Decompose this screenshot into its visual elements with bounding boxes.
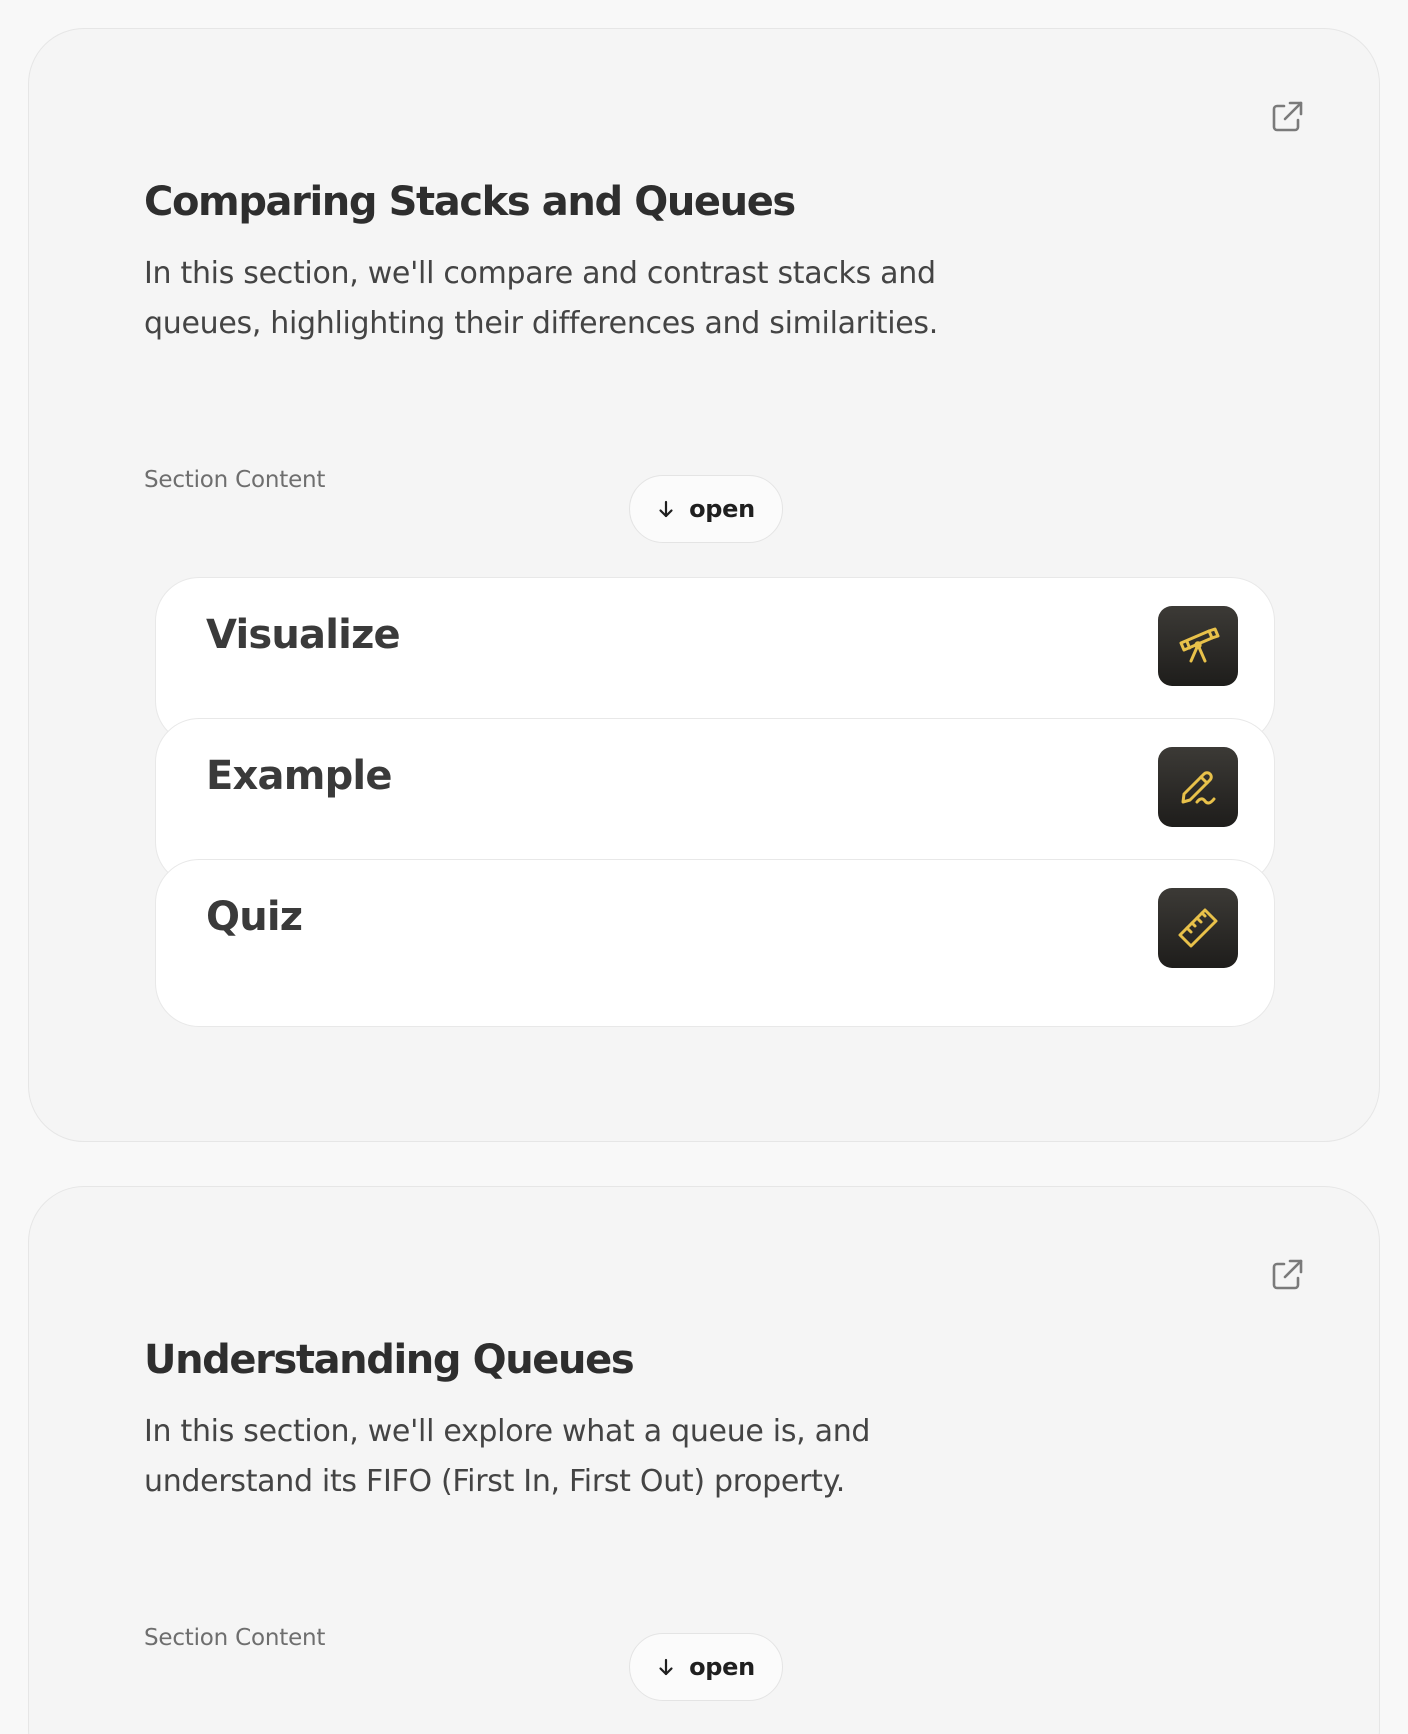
- section-description: In this section, we'll explore what a qu…: [144, 1414, 871, 1499]
- arrow-down-icon: [659, 1658, 673, 1676]
- open-button-label: open: [689, 495, 755, 523]
- open-button[interactable]: open: [629, 1633, 783, 1701]
- section-content-label: Section Content: [144, 467, 326, 493]
- section-card: Comparing Stacks and Queues In this sect…: [28, 28, 1380, 1142]
- open-button[interactable]: open: [629, 475, 783, 543]
- section-title: Understanding Queues: [144, 1337, 635, 1383]
- telescope-icon: [1158, 606, 1238, 686]
- section-content-list: Visualize Example Quiz: [155, 577, 1275, 1057]
- content-item-label: Example: [206, 753, 392, 799]
- content-item-quiz[interactable]: Quiz: [155, 859, 1275, 1027]
- section-title: Comparing Stacks and Queues: [144, 179, 796, 225]
- section-content-label: Section Content: [144, 1625, 326, 1651]
- ruler-icon: [1158, 888, 1238, 968]
- section-description: In this section, we'll compare and contr…: [144, 256, 938, 341]
- page: Comparing Stacks and Queues In this sect…: [0, 0, 1408, 1734]
- open-button-label: open: [689, 1653, 755, 1681]
- arrow-down-icon: [659, 500, 673, 518]
- content-item-label: Quiz: [206, 894, 303, 940]
- pen-icon: [1158, 747, 1238, 827]
- external-link-icon[interactable]: [1267, 97, 1307, 137]
- external-link-icon[interactable]: [1267, 1255, 1307, 1295]
- section-card: Understanding Queues In this section, we…: [28, 1186, 1380, 1734]
- content-item-label: Visualize: [206, 612, 401, 658]
